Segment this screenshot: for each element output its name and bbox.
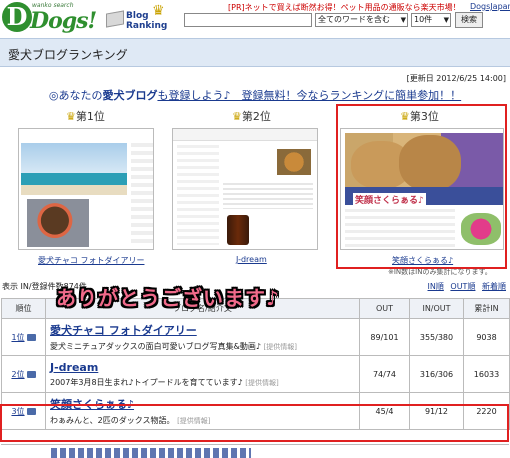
page-title: 愛犬ブログランキング — [8, 48, 128, 62]
col-total-header: 累計IN — [463, 298, 510, 319]
rank-3-highlight — [336, 104, 507, 269]
chevron-down-icon: ▼ — [400, 16, 406, 24]
rank-2-caption-link[interactable]: J-dream — [236, 255, 267, 264]
result-count-select[interactable]: 10件 ▼ — [411, 13, 451, 27]
rank-cell[interactable]: 1位 — [1, 318, 46, 356]
table-row: 1位 愛犬チャコ フォトダイアリー 愛犬ミニチュアダックスの面白可愛いブログ写真… — [1, 318, 510, 356]
dog-photo — [277, 149, 311, 175]
rank-cell[interactable]: 2位 — [1, 355, 46, 393]
pr-link[interactable]: [PR]ネットで買えば断然お得！ペット用品の通販なら楽天市場！ — [228, 2, 461, 13]
search-input[interactable] — [184, 13, 312, 27]
rank-2-heading: ♛第2位 — [232, 110, 271, 123]
crown-icon: ♛ — [232, 110, 242, 123]
site-header: D wanko search Dogs! ♛ Blog Ranking [PR]… — [0, 0, 510, 38]
chevron-down-icon: ▼ — [443, 16, 449, 24]
thanks-overlay: ありがとうございます♪ — [56, 286, 280, 310]
rank-1-thumbnail[interactable] — [18, 128, 154, 250]
blog-description: 愛犬ミニチュアダックスの面白可愛いブログ写真集&動画♪ [提供情報] — [50, 342, 297, 351]
dog-photo — [27, 199, 89, 247]
logo-mark: D — [2, 2, 32, 32]
blog-ranking-label: Blog Ranking — [126, 11, 168, 31]
logo-text: Dogs! — [30, 8, 97, 34]
blog-info-cell: 愛犬チャコ フォトダイアリー 愛犬ミニチュアダックスの面白可愛いブログ写真集&動… — [45, 318, 360, 356]
out-cell: 74/74 — [359, 355, 410, 393]
rank-2-thumbnail[interactable] — [172, 128, 318, 250]
out-cell: 89/101 — [359, 318, 410, 356]
mail-icon — [26, 370, 36, 378]
sort-links: IN順 OUT順 新着順 — [424, 281, 506, 292]
blog-title-link[interactable]: 愛犬チャコ フォトダイアリー — [50, 322, 359, 338]
in-count-note: ※IN数はINのみ集計になります。 — [388, 268, 492, 276]
inout-cell: 316/306 — [409, 355, 464, 393]
sort-new-link[interactable]: 新着順 — [482, 282, 506, 291]
table-row-partial — [1, 444, 509, 458]
dogs-logo[interactable]: D wanko search Dogs! — [2, 2, 97, 35]
rank-1-heading: ♛第1位 — [66, 110, 105, 123]
mail-icon — [26, 333, 36, 341]
table-row: 2位 J-dream 2007年3月8日生まれ♪トイプードルを育てています♪ [… — [1, 355, 510, 393]
search-button[interactable]: 検索 — [455, 12, 483, 28]
col-inout-header: IN/OUT — [409, 298, 464, 319]
book-icon — [106, 10, 124, 28]
title-bar: 愛犬ブログランキング — [0, 38, 510, 67]
register-banner[interactable]: ◎あなたの愛犬ブログも登録しよう♪ 登録無料！今ならランキングに簡単参加！！ — [0, 87, 510, 103]
sort-out-link[interactable]: OUT順 — [450, 282, 475, 291]
crown-icon: ♛ — [66, 110, 76, 123]
total-in-cell: 16033 — [463, 355, 510, 393]
sort-in-link[interactable]: IN順 — [428, 282, 444, 291]
bottle-photo — [227, 215, 249, 245]
rank-1-caption-link[interactable]: 愛犬チャコ フォトダイアリー — [38, 255, 144, 266]
blog-description: 2007年3月8日生まれ♪トイプードルを育てています♪ [提供情報] — [50, 377, 279, 387]
updated-date: [更新日 2012/6/25 14:00] — [406, 74, 506, 83]
dogs-japan-link[interactable]: DogsJapan — [470, 2, 510, 11]
search-mode-select[interactable]: 全てのワードを含む ▼ — [315, 13, 408, 27]
blog-info-cell: J-dream 2007年3月8日生まれ♪トイプードルを育てています♪ [提供情… — [45, 355, 360, 393]
blog-title-link[interactable]: J-dream — [50, 361, 359, 374]
col-rank-header: 順位 — [1, 298, 46, 319]
rank-3-row-highlight — [0, 404, 509, 442]
col-out-header: OUT — [359, 298, 410, 319]
total-in-cell: 9038 — [463, 318, 510, 356]
inout-cell: 355/380 — [409, 318, 464, 356]
blog-ranking-logo[interactable]: ♛ Blog Ranking — [104, 3, 178, 32]
